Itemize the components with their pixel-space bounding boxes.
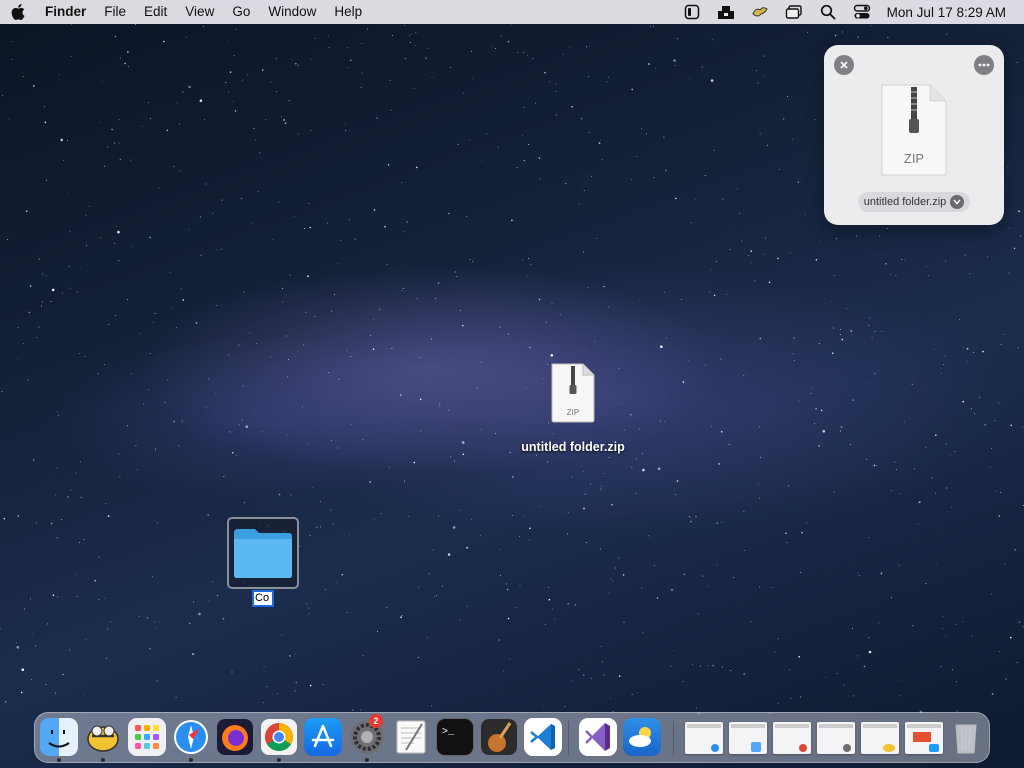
textedit-icon[interactable] (392, 718, 430, 756)
folder-rename-field[interactable]: Co (252, 590, 274, 607)
dock-separator (568, 721, 569, 755)
menu-view[interactable]: View (176, 0, 223, 24)
file-preview-panel: ZIP untitled folder.zip (824, 45, 1004, 225)
desktop-zip-type: ZIP (567, 408, 579, 417)
folder-icon (234, 529, 292, 578)
zip-file-icon: ZIP (551, 363, 595, 423)
menu-go[interactable]: Go (223, 0, 259, 24)
chevron-down-icon[interactable] (950, 195, 965, 209)
minimized-window-thumbnail[interactable] (905, 722, 943, 754)
app-store-icon[interactable] (304, 718, 342, 756)
finder-icon[interactable] (40, 718, 78, 756)
menu-clock[interactable]: Mon Jul 17 8:29 AM (879, 5, 1024, 20)
zip-file-icon[interactable]: ZIP (880, 83, 948, 177)
minimized-window-thumbnail[interactable] (861, 722, 899, 754)
preview-file-type: ZIP (904, 151, 924, 166)
control-center-icon[interactable] (845, 0, 879, 24)
notification-badge: 2 (369, 714, 383, 728)
menu-window[interactable]: Window (259, 0, 325, 24)
running-indicator (277, 758, 281, 762)
terminal-icon[interactable]: >_ (436, 718, 474, 756)
menu-bar: Finder File Edit View Go Window Help Mon… (0, 0, 1024, 24)
apple-menu-icon[interactable] (0, 0, 36, 24)
window-manager-icon[interactable] (777, 0, 811, 24)
preview-file-name: untitled folder.zip (863, 196, 947, 208)
running-indicator (57, 758, 61, 762)
cyberduck-icon[interactable] (84, 718, 122, 756)
dock: >_ (34, 712, 990, 763)
firefox-icon[interactable] (216, 718, 254, 756)
running-indicator (189, 758, 193, 762)
minimized-window-thumbnail[interactable] (685, 722, 723, 754)
minimized-window-thumbnail[interactable] (729, 722, 767, 754)
minimized-window-thumbnail[interactable] (773, 722, 811, 754)
instruments-icon[interactable] (480, 718, 518, 756)
close-icon[interactable] (834, 55, 854, 75)
desktop-folder[interactable] (227, 517, 299, 589)
preview-file-name-pill[interactable]: untitled folder.zip (858, 192, 970, 212)
more-options-icon[interactable] (974, 55, 994, 75)
menu-help[interactable]: Help (325, 0, 371, 24)
spotlight-search-icon[interactable] (811, 0, 845, 24)
running-indicator (365, 758, 369, 762)
menu-file[interactable]: File (95, 0, 135, 24)
svg-text:>_: >_ (442, 727, 455, 738)
dock-separator (673, 721, 674, 755)
archive-utility-icon[interactable] (709, 0, 743, 24)
desktop-zip-file[interactable]: ZIP untitled folder.zip (510, 363, 636, 454)
trash-icon[interactable] (947, 718, 985, 756)
menu-edit[interactable]: Edit (135, 0, 176, 24)
running-indicator (101, 758, 105, 762)
chrome-icon[interactable] (260, 718, 298, 756)
minimized-window-thumbnail[interactable] (817, 722, 855, 754)
vscode-icon[interactable] (524, 718, 562, 756)
desktop-zip-label: untitled folder.zip (521, 440, 625, 454)
launchpad-icon[interactable] (128, 718, 166, 756)
rename-input[interactable]: Co (254, 592, 272, 605)
safari-icon[interactable] (172, 718, 210, 756)
weather-icon[interactable] (623, 718, 661, 756)
screen-record-icon[interactable] (675, 0, 709, 24)
visual-studio-icon[interactable] (579, 718, 617, 756)
menu-app-finder[interactable]: Finder (36, 0, 95, 24)
cyberduck-icon[interactable] (743, 0, 777, 24)
